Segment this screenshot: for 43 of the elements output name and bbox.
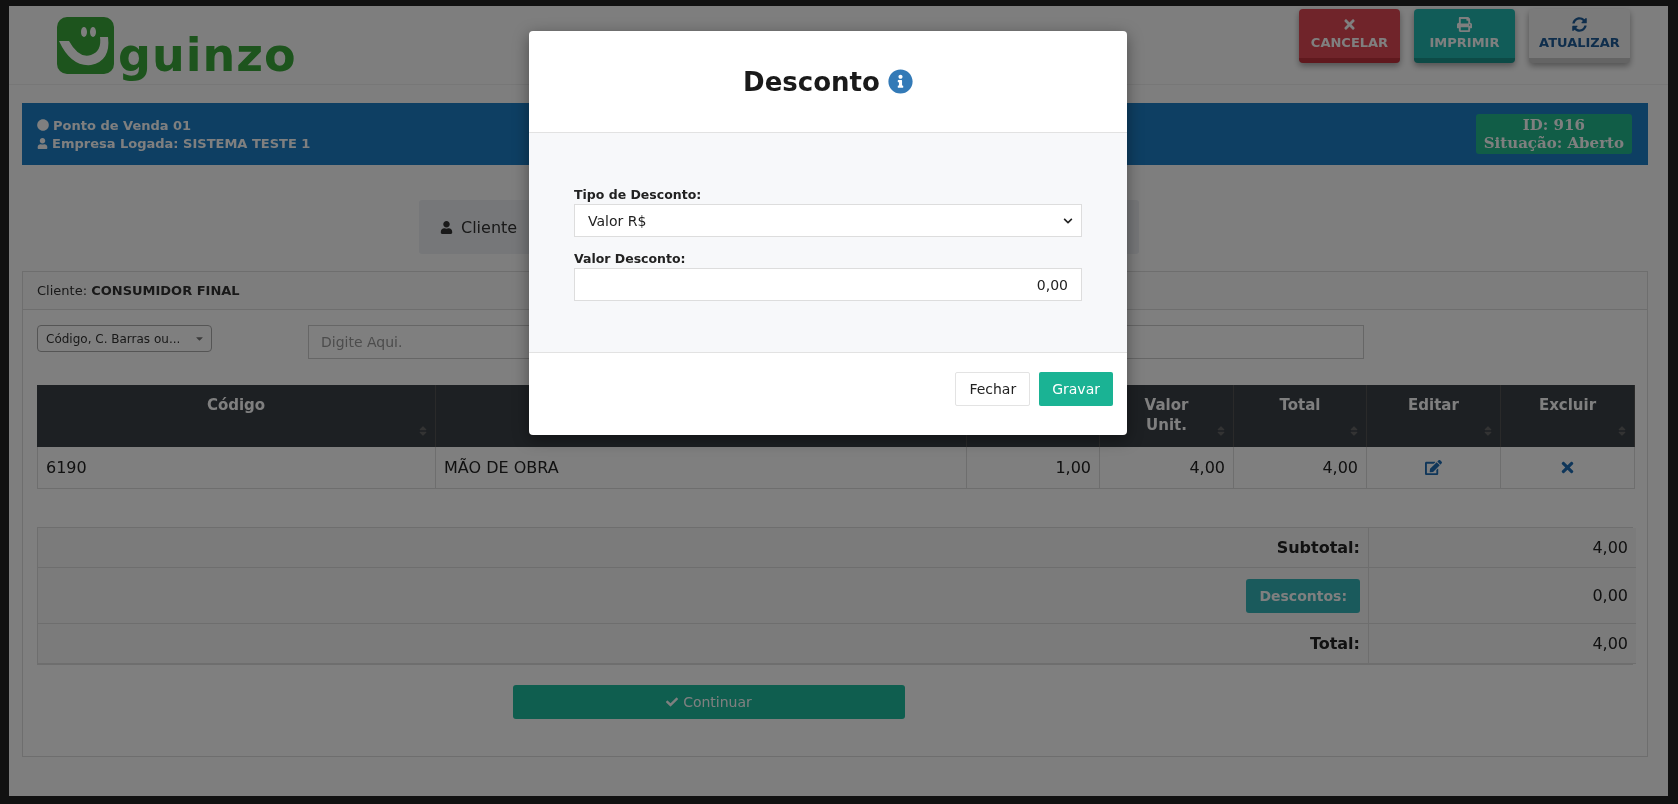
table-cell: MÃO DE OBRA (436, 447, 967, 489)
table-header: Editar (1367, 385, 1501, 447)
table-header: Código (37, 385, 436, 447)
refresh-button[interactable]: ATUALIZAR (1529, 9, 1630, 63)
cancel-button[interactable]: CANCELAR (1299, 9, 1400, 63)
search-type-dropdown[interactable]: Código, C. Barras ou... (37, 325, 212, 352)
save-button[interactable]: Gravar (1039, 372, 1113, 406)
discount-value-field[interactable]: 0,00 (574, 268, 1082, 301)
delete-icon[interactable] (1559, 459, 1576, 476)
table-header: Excluir (1501, 385, 1635, 447)
order-id: ID: 916 (1522, 116, 1585, 134)
table-cell: 1,00 (967, 447, 1100, 489)
info-icon[interactable] (887, 69, 913, 94)
dialog-title: Desconto (743, 66, 880, 97)
smiley-logo-icon (57, 16, 114, 74)
field-label: Valor Desconto: (574, 251, 687, 266)
client-label: Cliente: CONSUMIDOR FINAL (37, 283, 240, 298)
table-cell: 4,00 (1234, 447, 1367, 489)
close-icon (1342, 17, 1357, 32)
edit-icon[interactable] (1425, 459, 1442, 476)
table-header: Total (1234, 385, 1367, 447)
table-cell: 6190 (37, 447, 436, 489)
terminal-name: Ponto de Venda 01 (53, 117, 192, 133)
discounts-button[interactable]: Descontos: (1246, 578, 1360, 613)
print-button[interactable]: IMPRIMIR (1414, 9, 1515, 63)
refresh-icon (1572, 17, 1587, 32)
total-label: Total: (1309, 634, 1360, 653)
chevron-icon (1063, 215, 1073, 226)
total-value: 0,00 (1369, 568, 1636, 624)
continue-button[interactable]: Continuar (513, 685, 905, 719)
total-value: 4,00 (1369, 528, 1636, 568)
close-button[interactable]: Fechar (955, 372, 1031, 406)
printer-icon (1457, 17, 1472, 32)
company-name: Empresa Logada: SISTEMA TESTE 1 (52, 135, 311, 151)
user-icon (440, 220, 453, 234)
table-cell: 4,00 (1100, 447, 1234, 489)
check-icon (666, 696, 679, 708)
field-label: Tipo de Desconto: (574, 187, 703, 202)
order-status: Situação: Aberto (1483, 134, 1624, 152)
discount-type-select[interactable]: Valor R$ (574, 204, 1082, 237)
total-label: Subtotal: (1276, 538, 1360, 557)
user-icon (37, 137, 48, 149)
total-value: 4,00 (1369, 624, 1636, 664)
